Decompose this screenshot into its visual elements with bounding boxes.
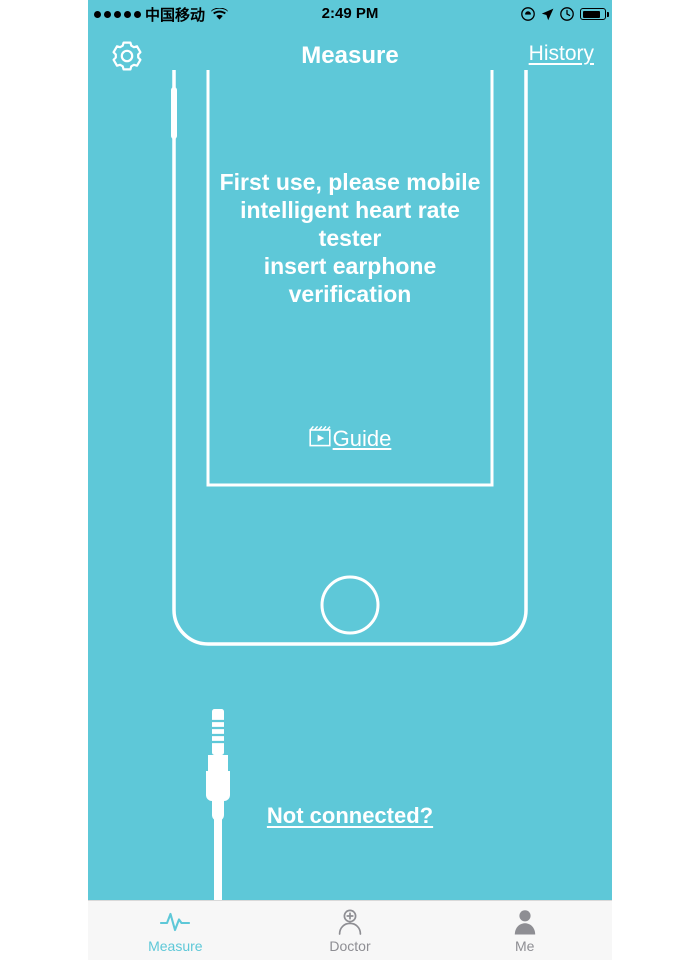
video-guide-icon [309,425,331,452]
tab-measure-label: Measure [148,938,203,954]
heartbeat-pulse-icon [160,908,191,936]
nav-bar: Measure History [88,28,612,84]
instruction-line-1: First use, please mobile [219,169,481,195]
tab-bar: Measure Doctor Me [88,900,612,960]
guide-link[interactable]: Guide [88,425,612,452]
instruction-line-4: insert earphone [263,253,437,279]
left-gutter [0,0,88,960]
location-arrow-icon [541,8,554,21]
phone-screenshot: 中国移动 2:49 PM Measure History First use, … [0,0,700,960]
tab-me[interactable]: Me [437,901,612,960]
status-bar: 中国移动 2:49 PM [88,0,612,28]
instruction-text: First use, please mobile intelligent hea… [88,168,612,308]
instruction-line-5: verification [288,281,412,307]
alarm-clock-icon [560,7,574,21]
not-connected-link[interactable]: Not connected? [88,803,612,829]
person-icon [510,908,540,936]
status-bar-right [521,0,609,28]
tab-doctor-label: Doctor [329,938,371,954]
tab-measure[interactable]: Measure [88,901,263,960]
history-button[interactable]: History [529,42,594,66]
tab-doctor[interactable]: Doctor [263,901,438,960]
instruction-line-3: tester [318,225,382,251]
phone-illustration [171,70,528,646]
right-gutter [612,0,700,960]
app-screen: 中国移动 2:49 PM Measure History First use, … [88,0,612,960]
do-not-disturb-icon [521,7,535,21]
guide-label: Guide [332,425,392,451]
battery-icon [580,8,609,20]
instruction-line-2: intelligent heart rate [240,197,460,223]
doctor-plus-icon [335,908,365,936]
tab-me-label: Me [514,938,535,954]
